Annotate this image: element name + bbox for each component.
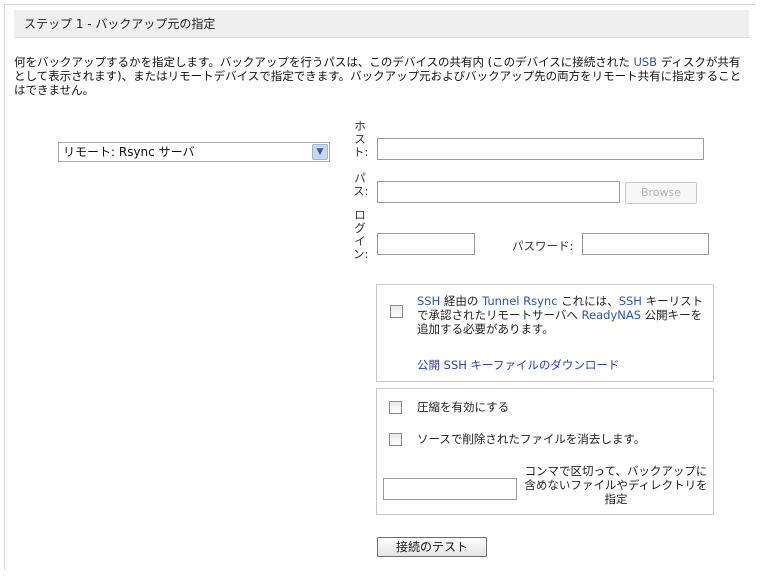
step-header: ステップ 1 - バックアップ元の指定 — [14, 10, 749, 38]
login-input[interactable] — [377, 233, 475, 255]
test-connection-button[interactable]: 接続のテスト — [377, 537, 487, 557]
ssh-tunnel-checkbox[interactable] — [390, 305, 403, 318]
browse-button[interactable]: Browse — [625, 182, 697, 204]
login-label: ログイン: — [353, 208, 369, 261]
ssh-tunnel-panel: SSH 経由の Tunnel Rsync これには、SSH キーリストで承認され… — [376, 284, 714, 382]
host-input[interactable] — [377, 138, 704, 160]
download-ssh-key-link[interactable]: 公開 SSH キーファイルのダウンロード — [417, 357, 619, 373]
chevron-down-icon[interactable]: ▼ — [312, 144, 328, 160]
delete-removed-files-checkbox[interactable] — [389, 433, 402, 446]
path-label: パス: — [353, 171, 369, 198]
description-text: 何をバックアップするかを指定します。バックアップを行うパスは、このデバイスの共有… — [14, 55, 742, 97]
password-input[interactable] — [582, 233, 709, 255]
step-title: ステップ 1 - バックアップ元の指定 — [24, 17, 216, 31]
exclude-files-input[interactable] — [383, 478, 517, 500]
password-label: パスワード: — [512, 239, 574, 253]
path-input[interactable] — [377, 181, 620, 203]
source-type-selected: リモート: Rsync サーバ — [63, 145, 195, 159]
rsync-options-panel: 圧縮を有効にする ソースで削除されたファイルを消去します。 コンマで区切って、バ… — [376, 388, 714, 515]
exclude-files-label: コンマで区切って、バックアップに含めないファイルやディレクトリを指定 — [524, 464, 708, 506]
source-type-select[interactable]: リモート: Rsync サーバ ▼ — [58, 142, 330, 162]
compression-label: 圧縮を有効にする — [417, 400, 510, 414]
compression-checkbox[interactable] — [389, 401, 402, 414]
delete-removed-files-label: ソースで削除されたファイルを消去します。 — [417, 432, 646, 446]
ssh-tunnel-description: SSH 経由の Tunnel Rsync これには、SSH キーリストで承認され… — [417, 294, 704, 336]
host-label: ホスト: — [353, 119, 369, 159]
